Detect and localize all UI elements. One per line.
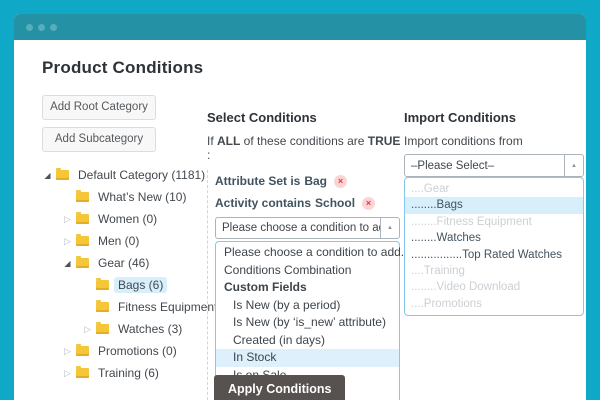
- tree-item-label[interactable]: Gear (46): [94, 255, 153, 271]
- add-subcategory-button[interactable]: Add Subcategory: [42, 127, 156, 152]
- import-conditions-heading: Import Conditions: [404, 110, 584, 125]
- expand-arrow-icon[interactable]: ▷: [82, 324, 93, 335]
- tree-item[interactable]: ▷ Watches (3): [42, 318, 212, 340]
- window-dot-icon: [38, 24, 45, 31]
- collapse-arrow-icon[interactable]: ◢: [62, 258, 73, 269]
- tree-item-label[interactable]: Training (6): [94, 365, 163, 381]
- folder-icon: [76, 236, 89, 246]
- condition-option[interactable]: Is New (by ‘is_new’ attribute): [216, 314, 399, 332]
- import-option: ....Training: [405, 263, 583, 279]
- tree-item[interactable]: ▷ Training (6): [42, 362, 212, 384]
- import-option: ....Promotions: [405, 296, 583, 312]
- rule-text: of these conditions are: [240, 134, 367, 148]
- import-options-list: ....Gear........Bags........Fitness Equi…: [404, 177, 584, 316]
- remove-condition-icon[interactable]: ×: [334, 175, 347, 188]
- condition-option[interactable]: Custom Fields: [216, 279, 399, 297]
- tree-item-label[interactable]: Watches (3): [114, 321, 186, 337]
- import-select[interactable]: –Please Select– ▲: [404, 154, 584, 177]
- folder-icon: [96, 280, 109, 290]
- condition-label: Activity contains: [215, 196, 311, 210]
- tree-item[interactable]: What’s New (10): [42, 186, 212, 208]
- condition-option[interactable]: Conditions Combination: [216, 262, 399, 280]
- tree-item[interactable]: Bags (6): [42, 274, 212, 296]
- expand-arrow-icon[interactable]: ▷: [62, 214, 73, 225]
- app-window: Product Conditions Add Root Category Add…: [14, 14, 586, 400]
- expand-arrow-icon[interactable]: ▷: [62, 346, 73, 357]
- folder-icon: [76, 346, 89, 356]
- folder-icon: [76, 368, 89, 378]
- folder-icon: [96, 302, 109, 312]
- condition-value[interactable]: School: [315, 196, 355, 210]
- category-tree: ◢ Default Category (1181) What’s New (10) ▷…: [42, 164, 212, 384]
- chevron-up-icon[interactable]: ▲: [564, 155, 583, 176]
- select-conditions-panel: Select Conditions If ALL of these condit…: [207, 110, 401, 400]
- rule-text: If: [207, 134, 217, 148]
- import-conditions-panel: Import Conditions Import conditions from…: [404, 110, 584, 316]
- remove-condition-icon[interactable]: ×: [362, 197, 375, 210]
- condition-row: Attribute Set is Bag ×: [215, 170, 401, 192]
- condition-option[interactable]: Is New (by a period): [216, 297, 399, 315]
- import-option: ........Fitness Equipment: [405, 214, 583, 230]
- tree-item[interactable]: ◢ Default Category (1181): [42, 164, 212, 186]
- window-titlebar: [14, 14, 586, 40]
- folder-icon: [76, 192, 89, 202]
- collapse-arrow-icon[interactable]: ◢: [42, 170, 53, 181]
- import-option: ........Video Download: [405, 279, 583, 295]
- tree-item[interactable]: ◢ Gear (46): [42, 252, 212, 274]
- condition-row: Activity contains School ×: [215, 192, 401, 214]
- screen: Product Conditions Add Root Category Add…: [0, 0, 600, 400]
- tree-item[interactable]: Fitness Equipment (23): [42, 296, 212, 318]
- condition-select[interactable]: Please choose a condition to add. ▲: [215, 217, 400, 239]
- tree-item[interactable]: ▷ Women (0): [42, 208, 212, 230]
- window-dot-icon: [50, 24, 57, 31]
- tree-item-label[interactable]: Default Category (1181): [74, 167, 209, 183]
- tree-item-label[interactable]: What’s New (10): [94, 189, 190, 205]
- condition-label: Attribute Set is: [215, 174, 300, 188]
- folder-icon: [56, 170, 69, 180]
- tree-item[interactable]: ▷ Promotions (0): [42, 340, 212, 362]
- conditions-rule-line: If ALL of these conditions are TRUE :: [207, 134, 401, 162]
- select-conditions-heading: Select Conditions: [207, 110, 401, 125]
- condition-option[interactable]: In Stock: [216, 349, 399, 367]
- expand-arrow-icon[interactable]: ▷: [62, 236, 73, 247]
- condition-value[interactable]: Bag: [304, 174, 327, 188]
- import-option: ....Gear: [405, 181, 583, 197]
- tree-item-label[interactable]: Bags (6): [114, 277, 167, 293]
- import-from-label: Import conditions from: [404, 134, 584, 148]
- folder-icon: [76, 258, 89, 268]
- add-root-category-button[interactable]: Add Root Category: [42, 95, 156, 120]
- import-select-value: –Please Select–: [405, 160, 564, 172]
- condition-option[interactable]: Created (in days): [216, 332, 399, 350]
- tree-item-label[interactable]: Promotions (0): [94, 343, 181, 359]
- window-dot-icon: [26, 24, 33, 31]
- folder-icon: [76, 214, 89, 224]
- rule-text: ALL: [217, 134, 240, 148]
- expand-arrow-icon[interactable]: ▷: [62, 368, 73, 379]
- import-option[interactable]: ................Top Rated Watches: [405, 247, 583, 263]
- folder-icon: [96, 324, 109, 334]
- chevron-up-icon[interactable]: ▲: [380, 218, 399, 238]
- page-title: Product Conditions: [42, 58, 203, 78]
- import-option[interactable]: ........Bags: [405, 197, 583, 213]
- import-option[interactable]: ........Watches: [405, 230, 583, 246]
- tree-item-label[interactable]: Women (0): [94, 211, 161, 227]
- condition-rows: Attribute Set is Bag × Activity contains Sch…: [215, 170, 401, 214]
- conditions-block: Attribute Set is Bag × Activity contains Sch…: [207, 170, 401, 400]
- condition-select-value: Please choose a condition to add.: [216, 222, 380, 234]
- apply-conditions-button[interactable]: Apply Conditions: [214, 375, 345, 400]
- condition-option[interactable]: Please choose a condition to add.: [216, 244, 399, 262]
- rule-text: TRUE: [368, 134, 401, 148]
- tree-item-label[interactable]: Men (0): [94, 233, 143, 249]
- tree-item[interactable]: ▷ Men (0): [42, 230, 212, 252]
- rule-text: :: [207, 148, 210, 162]
